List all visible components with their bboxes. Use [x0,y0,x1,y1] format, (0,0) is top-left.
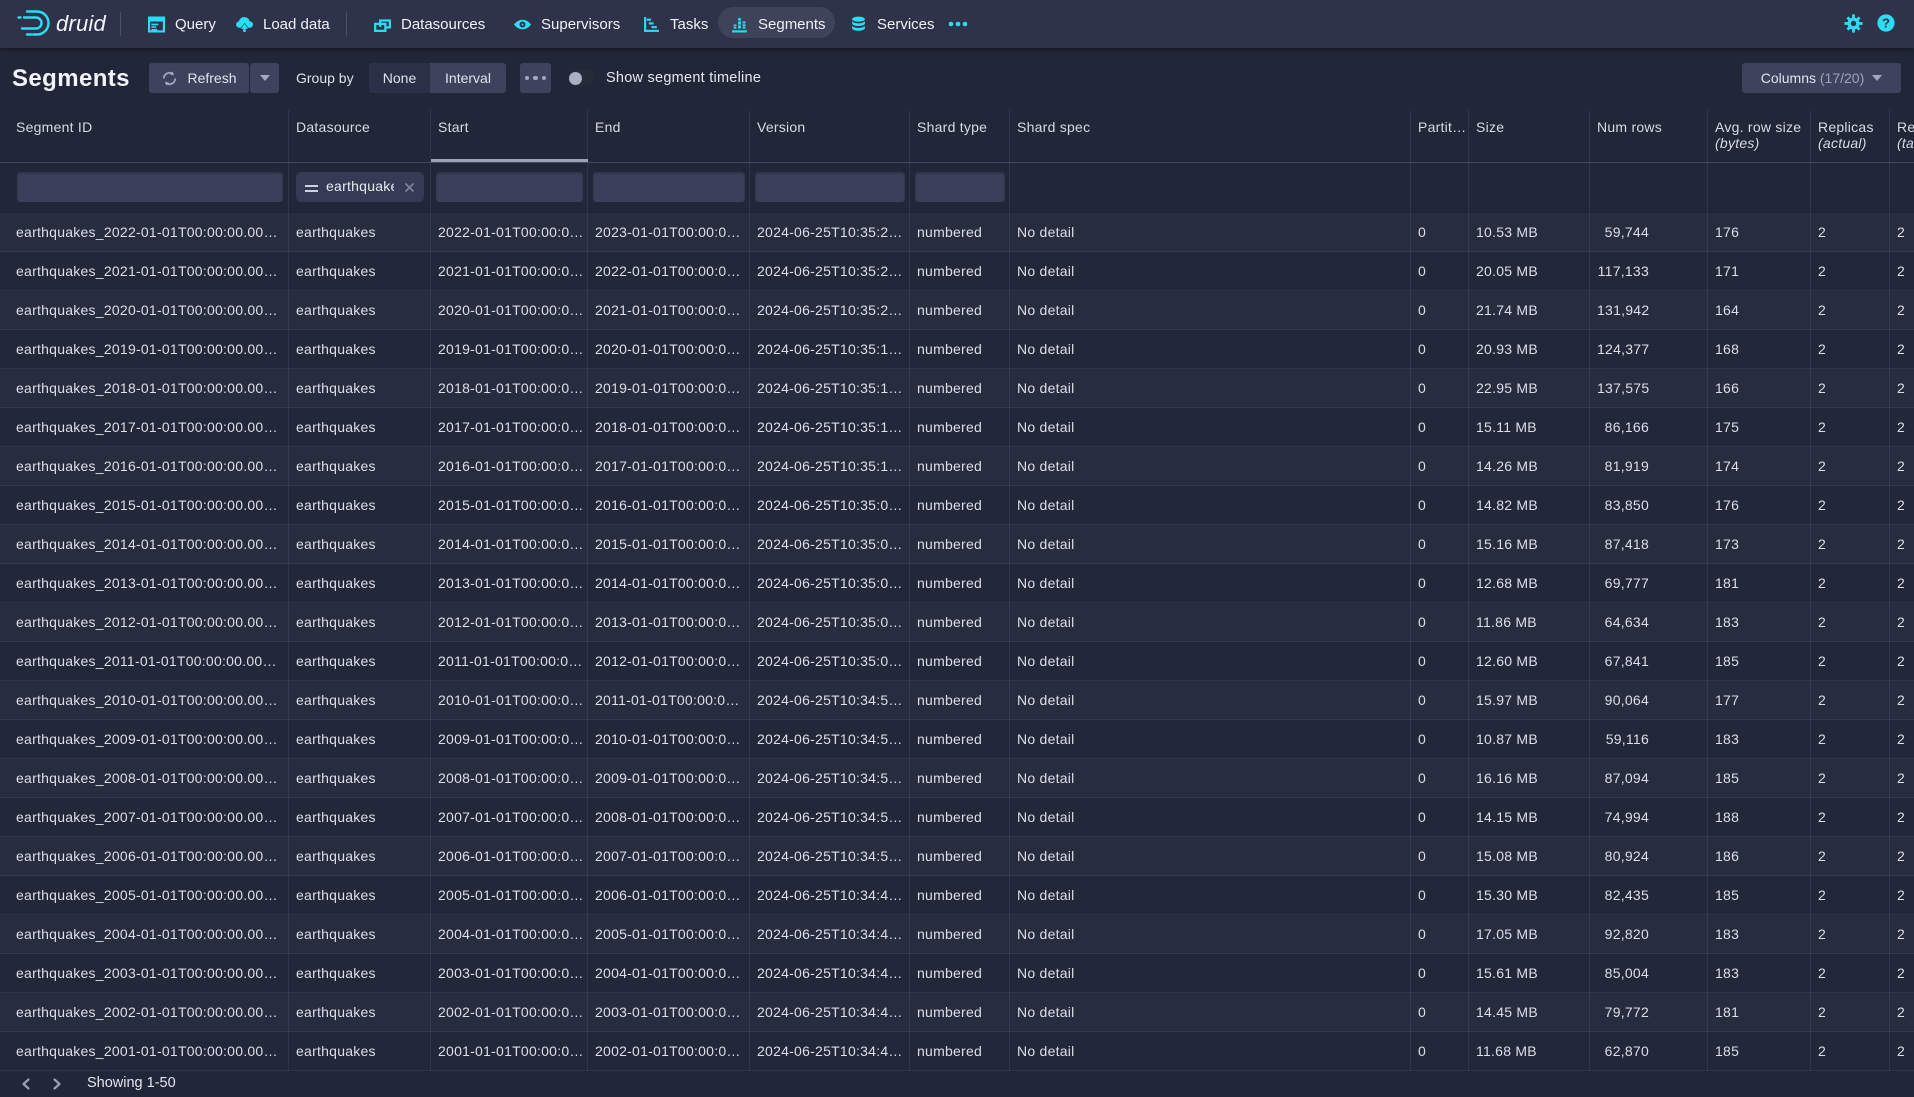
svg-text:?: ? [1882,16,1890,31]
